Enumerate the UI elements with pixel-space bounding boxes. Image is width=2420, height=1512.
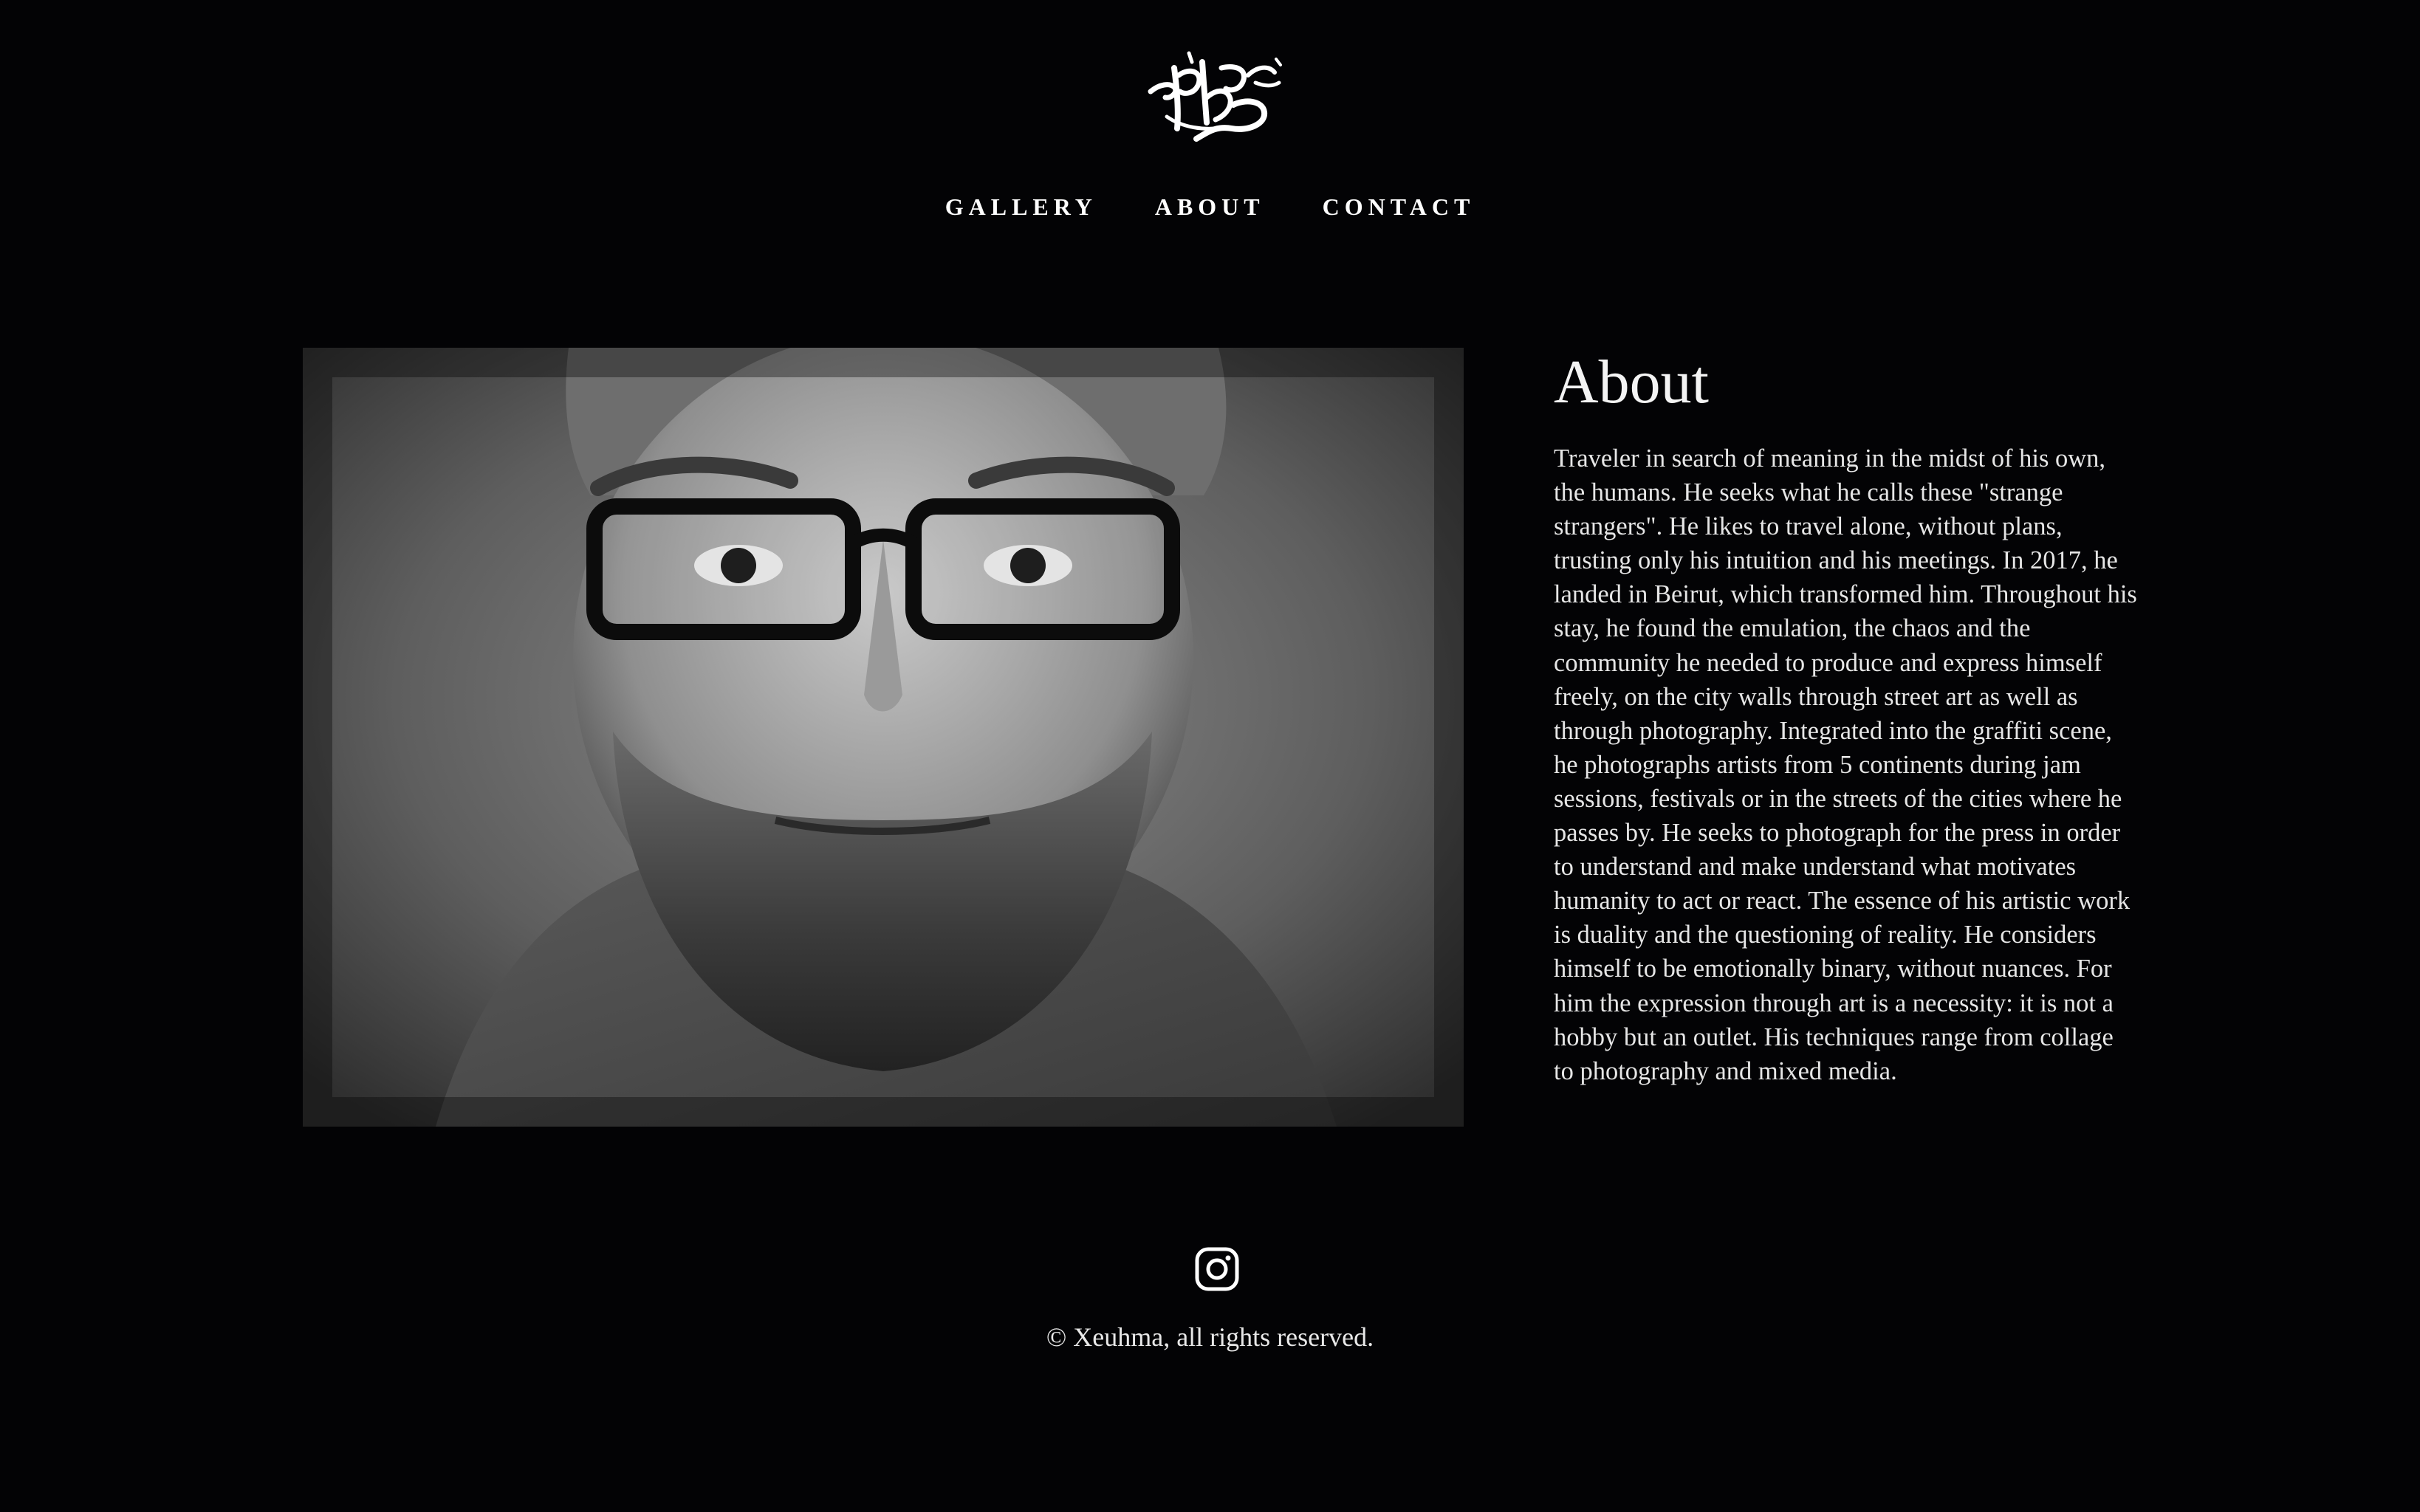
copyright-text: © Xeuhma, all rights reserved. bbox=[1046, 1322, 1374, 1352]
instagram-icon bbox=[1195, 1247, 1239, 1291]
about-body: Traveler in search of meaning in the mid… bbox=[1554, 444, 2137, 1085]
instagram-link[interactable] bbox=[1194, 1246, 1240, 1292]
nav-gallery[interactable]: GALLERY bbox=[945, 193, 1097, 221]
about-section: About Traveler in search of meaning in t… bbox=[1554, 347, 2137, 1088]
nav-about[interactable]: ABOUT bbox=[1155, 193, 1265, 221]
graffiti-tag-logo-icon bbox=[1148, 51, 1282, 142]
about-title: About bbox=[1554, 348, 1709, 416]
portrait-photo bbox=[303, 348, 1464, 1127]
site-logo[interactable] bbox=[1145, 46, 1285, 157]
nav-contact[interactable]: CONTACT bbox=[1323, 193, 1475, 221]
portrait-image bbox=[303, 348, 1464, 1127]
main-nav: GALLERY ABOUT CONTACT bbox=[0, 193, 2420, 221]
